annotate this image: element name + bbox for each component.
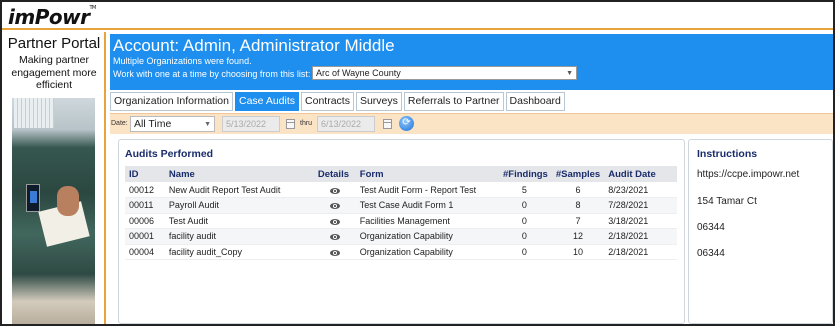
cell-form: Test Audit Form - Report Test: [355, 182, 497, 198]
multi-org-notice: Multiple Organizations were found.: [113, 56, 252, 66]
cell-audit-date: 8/23/2021: [604, 182, 677, 198]
cell-audit-date: 2/18/2021: [604, 228, 677, 245]
date-filter-bar: Date: All Time ▼ 5/13/2022 thru 6/13/202…: [110, 113, 833, 134]
cell-name: Test Audit: [164, 213, 314, 229]
col-id[interactable]: ID: [125, 166, 165, 182]
cell-id: 00001: [125, 228, 165, 245]
cell-findings: 0: [496, 228, 552, 245]
chevron-down-icon: ▼: [566, 70, 573, 77]
account-title: Account: Admin, Administrator Middle: [113, 36, 395, 55]
col-details: Details: [313, 166, 356, 182]
tab-contracts[interactable]: Contracts: [301, 92, 354, 111]
cell-name: facility audit: [164, 228, 314, 245]
date-label: Date:: [111, 120, 128, 127]
top-bar: imPowrTM: [2, 2, 833, 30]
table-header-row: ID Name Details Form #Findings #Samples …: [125, 166, 677, 182]
eye-icon[interactable]: [329, 203, 340, 210]
portal-title: Partner Portal: [7, 35, 101, 52]
impowr-logo[interactable]: imPowrTM: [8, 5, 96, 29]
tab-surveys[interactable]: Surveys: [355, 92, 402, 111]
instructions-panel: Instructions https://ccpe.impowr.net 154…: [688, 139, 833, 324]
phone-graphic: [26, 184, 40, 212]
left-sidebar: Partner Portal Making partner engagement…: [2, 32, 106, 324]
cell-samples: 8: [551, 197, 605, 214]
calendar-icon[interactable]: [383, 119, 392, 129]
eye-icon[interactable]: [329, 187, 340, 194]
cell-samples: 12: [551, 228, 605, 245]
instructions-address: 154 Tamar Ct: [697, 196, 757, 207]
table-row[interactable]: 00011 Payroll Audit Test Case Audit Form…: [125, 197, 677, 214]
end-date-input[interactable]: 6/13/2022: [317, 116, 375, 132]
calendar-icon[interactable]: [286, 119, 295, 129]
col-findings[interactable]: #Findings: [496, 166, 552, 182]
cell-id: 00004: [125, 244, 165, 260]
audits-panel: Audits Performed ID Name Details Form #F…: [118, 139, 685, 324]
date-range-value: All Time: [134, 118, 172, 130]
audits-table: ID Name Details Form #Findings #Samples …: [125, 166, 677, 260]
sidebar-photo: [12, 98, 95, 324]
refresh-icon[interactable]: ⟳: [399, 116, 414, 131]
tab-case-audits[interactable]: Case Audits: [234, 92, 300, 111]
instructions-title: Instructions: [697, 148, 758, 160]
table-row[interactable]: 00001 facility audit Organization Capabi…: [125, 228, 677, 245]
tab-referrals-to-partner[interactable]: Referrals to Partner: [403, 92, 504, 111]
cell-form: Organization Capability: [355, 228, 497, 245]
account-header: Account: Admin, Administrator Middle Mul…: [110, 34, 833, 90]
table-row[interactable]: 00006 Test Audit Facilities Management 0…: [125, 213, 677, 229]
cell-audit-date: 3/18/2021: [604, 213, 677, 229]
main-content: Account: Admin, Administrator Middle Mul…: [108, 32, 833, 324]
organization-select[interactable]: Arc of Wayne County ▼: [312, 66, 577, 80]
cell-name: New Audit Report Test Audit: [164, 182, 314, 198]
col-form[interactable]: Form: [355, 166, 497, 182]
eye-icon[interactable]: [329, 234, 340, 241]
cell-id: 00006: [125, 213, 165, 229]
cell-form: Test Case Audit Form 1: [355, 197, 497, 214]
col-audit-date[interactable]: Audit Date: [604, 166, 677, 182]
start-date-input[interactable]: 5/13/2022: [222, 116, 280, 132]
org-select-label: Work with one at a time by choosing from…: [113, 69, 311, 79]
date-range-select[interactable]: All Time ▼: [130, 116, 215, 132]
tab-dashboard[interactable]: Dashboard: [505, 92, 565, 111]
cell-findings: 0: [496, 244, 552, 260]
cell-samples: 6: [551, 182, 605, 198]
chevron-down-icon: ▼: [204, 121, 211, 128]
cell-findings: 0: [496, 213, 552, 229]
hand-graphic: [57, 186, 79, 216]
instructions-zip-2: 06344: [697, 248, 725, 259]
instructions-zip: 06344: [697, 222, 725, 233]
cell-id: 00012: [125, 182, 165, 198]
col-name[interactable]: Name: [164, 166, 314, 182]
cell-audit-date: 7/28/2021: [604, 197, 677, 214]
cell-samples: 7: [551, 213, 605, 229]
tab-bar: Organization Information Case Audits Con…: [110, 92, 567, 111]
table-row[interactable]: 00012 New Audit Report Test Audit Test A…: [125, 182, 677, 198]
laptop-graphic: [14, 98, 54, 128]
instructions-url: https://ccpe.impowr.net: [697, 169, 800, 180]
col-samples[interactable]: #Samples: [551, 166, 605, 182]
cell-form: Organization Capability: [355, 244, 497, 260]
cell-samples: 10: [551, 244, 605, 260]
eye-icon[interactable]: [329, 218, 340, 225]
organization-select-value: Arc of Wayne County: [316, 68, 401, 78]
cell-findings: 5: [496, 182, 552, 198]
cell-id: 00011: [125, 197, 165, 214]
cell-name: facility audit_Copy: [164, 244, 314, 260]
eye-icon[interactable]: [329, 249, 340, 256]
cell-findings: 0: [496, 197, 552, 214]
table-row[interactable]: 00004 facility audit_Copy Organization C…: [125, 244, 677, 260]
cell-form: Facilities Management: [355, 213, 497, 229]
audits-title: Audits Performed: [125, 148, 214, 160]
thru-label: thru: [300, 120, 313, 127]
tab-organization-information[interactable]: Organization Information: [110, 92, 233, 111]
cell-name: Payroll Audit: [164, 197, 314, 214]
portal-subtitle: Making partner engagement more efficient: [11, 54, 97, 91]
cell-audit-date: 2/18/2021: [604, 244, 677, 260]
